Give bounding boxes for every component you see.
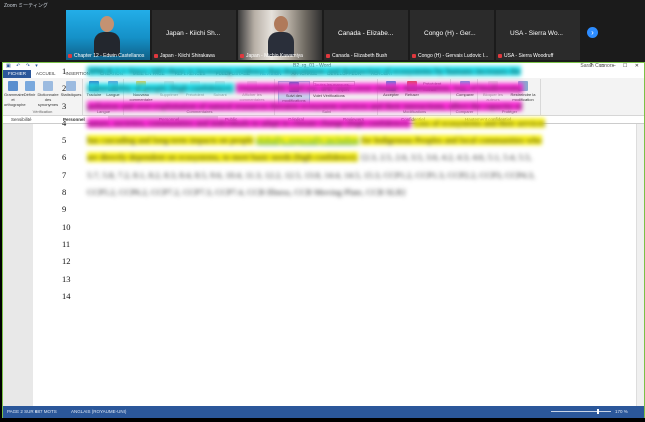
thesaurus-button[interactable]: Dictionnaire des synonymes (37, 81, 59, 107)
participant-tile-michio[interactable]: Japan - Michio Kawamiya (238, 10, 322, 60)
mic-muted-icon (498, 53, 502, 58)
line-number: 4 (62, 117, 67, 128)
participant-name: USA - Sierra Woodruff (504, 53, 554, 59)
tracked-insertion-text: globally, especially including (255, 135, 360, 146)
line-number: 5 (62, 135, 67, 146)
spellcheck-icon (8, 81, 18, 91)
tab-accueil[interactable]: ACCUEIL (31, 70, 61, 78)
participant-tile-elizabeth[interactable]: Canada - Elizabe... Canada - Elizabeth B… (324, 10, 408, 60)
mic-muted-icon (326, 53, 330, 58)
spelling-button[interactable]: Grammaire et orthographe (4, 81, 26, 107)
participant-video (268, 16, 294, 56)
participant-display-name: Japan - Kiichi Sh... (166, 30, 221, 37)
participant-display-name: Congo (H) - Ger... (424, 30, 476, 37)
word-count[interactable]: 887 MOTS (35, 409, 57, 414)
line-number: 14 (62, 290, 71, 301)
mic-muted-icon (68, 53, 72, 58)
sensitivity-label: Sensibilité (11, 117, 32, 122)
line-number: 13 (62, 273, 71, 284)
participant-tile-sierra[interactable]: USA - Sierra Wo... USA - Sierra Woodruff (496, 10, 580, 60)
vertical-scrollbar[interactable] (636, 124, 644, 406)
screen: Zoom ミーティング Chapter 12 - Edwin Castellan… (0, 0, 645, 422)
page-count[interactable]: PAGE 2 SUR 6 (7, 409, 37, 414)
line-number: 9 (62, 204, 67, 215)
thesaurus-icon (43, 81, 53, 91)
participant-name: Canada - Elizabeth Bush (332, 53, 388, 59)
status-bar: PAGE 2 SUR 6 887 MOTS ANGLAIS (ROYAUME-U… (3, 406, 644, 418)
participant-display-name: Canada - Elizabe... (338, 30, 394, 37)
participant-display-name: USA - Sierra Wo... (510, 30, 563, 37)
line-number: 2 (62, 83, 67, 94)
line-number: 3 (62, 100, 67, 111)
line-number: 7 (62, 169, 67, 180)
quick-access-toolbar[interactable]: ▣ ↶ ↷ ▾ (6, 63, 40, 69)
line-number: 10 (62, 221, 71, 232)
participant-name: Congo (H) - Gervais Ludovic I... (418, 53, 489, 59)
participant-name: Japan - Michio Kawamiya (246, 53, 303, 59)
participant-tile-kiichi[interactable]: Japan - Kiichi Sh... Japan - Kiichi Shir… (152, 10, 236, 60)
zoom-slider[interactable] (551, 411, 611, 412)
document-paragraph[interactable]: SPM.B.2.1 Since AR5 there is increasing … (87, 63, 547, 201)
define-button[interactable]: Définir (23, 81, 36, 97)
line-number: 1 (62, 66, 67, 76)
mic-muted-icon (154, 53, 158, 58)
participant-tile-gervais[interactable]: Congo (H) - Ger... Congo (H) - Gervais L… (410, 10, 494, 60)
zoom-level[interactable]: 170 % (615, 409, 628, 414)
zoom-window-title: Zoom ミーティング (4, 3, 48, 9)
window-controls[interactable]: ? ▭ ─ ☐ ✕ (590, 63, 642, 69)
participant-tile-edwin[interactable]: Chapter 12 - Edwin Castellanos (66, 10, 150, 60)
participant-tiles: Chapter 12 - Edwin Castellanos Japan - K… (66, 10, 580, 60)
language-indicator[interactable]: ANGLAIS (ROYAUME-UNI) (71, 409, 126, 414)
line-numbers: 1 2 3 4 5 6 7 8 9 10 11 12 13 14 (62, 66, 71, 308)
group-verification: Grammaire et orthographe Définir Diction… (3, 79, 83, 115)
zoom-gallery-bar: Zoom ミーティング Chapter 12 - Edwin Castellan… (0, 0, 645, 62)
next-page-icon[interactable]: › (587, 27, 598, 38)
mic-muted-icon (412, 53, 416, 58)
line-number: 11 (62, 238, 71, 249)
line-number: 12 (62, 256, 71, 267)
tab-fichier[interactable]: FICHIER (3, 70, 31, 78)
mic-muted-icon (240, 53, 244, 58)
line-number: 8 (62, 187, 67, 198)
zoom-slider-thumb[interactable] (596, 409, 599, 414)
participant-name: Japan - Kiichi Shirakawa (160, 53, 215, 59)
participant-video (94, 16, 120, 56)
book-icon (24, 81, 35, 91)
line-number: 6 (62, 152, 67, 163)
participant-name: Chapter 12 - Edwin Castellanos (74, 53, 145, 59)
